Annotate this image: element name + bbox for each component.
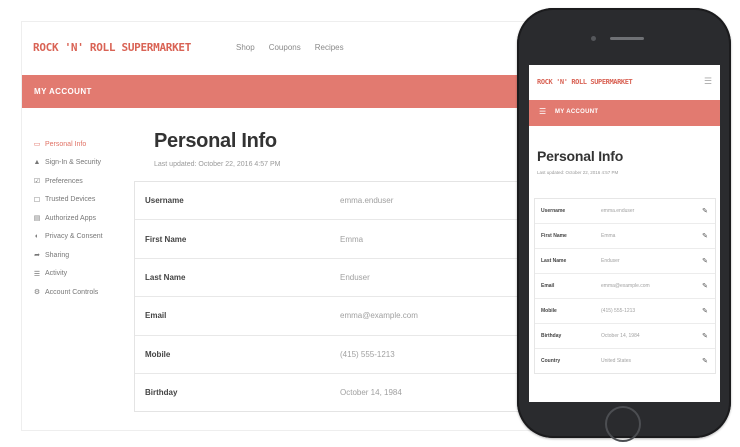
field-label: Birthday xyxy=(541,333,562,339)
table-row[interactable]: First Name Emma ✎ xyxy=(535,224,715,249)
field-value: United States xyxy=(601,358,632,364)
table-row[interactable]: Birthday October 14, 1984 ✎ xyxy=(535,324,715,349)
mobile-brand-logo[interactable]: ROCK 'N' ROLL SUPERMARKET xyxy=(537,78,633,86)
table-row-birthday[interactable]: Birthday October 14, 1984 xyxy=(135,374,575,411)
field-label: Last Name xyxy=(541,258,567,264)
field-label: First Name xyxy=(541,233,567,239)
sidebar-item-label: Sharing xyxy=(45,251,70,259)
mobile-account-banner: ☰ MY ACCOUNT xyxy=(529,100,720,126)
share-icon: ➦ xyxy=(34,252,40,260)
sidebar-item-label: Privacy & Consent xyxy=(45,233,103,241)
table-row-email[interactable]: Email emma@example.com xyxy=(135,297,575,336)
account-banner-title: MY ACCOUNT xyxy=(34,87,92,96)
field-label: Mobile xyxy=(145,349,171,359)
field-label: Email xyxy=(145,311,167,321)
id-card-icon: ▭ xyxy=(33,141,41,149)
field-value: (415) 555-1213 xyxy=(601,308,636,314)
account-banner: MY ACCOUNT xyxy=(22,75,582,108)
field-value: emma.enduser xyxy=(601,208,635,214)
mobile-account-banner-title: MY ACCOUNT xyxy=(555,109,599,115)
field-value: Emma xyxy=(601,233,616,239)
sidebar-item-label: Authorized Apps xyxy=(45,214,96,222)
mobile-top-bar: ROCK 'N' ROLL SUPERMARKET ☰ xyxy=(529,65,720,100)
edit-icon[interactable]: ✎ xyxy=(702,207,708,215)
sidebar-item-label: Trusted Devices xyxy=(45,196,96,204)
top-navigation: ROCK 'N' ROLL SUPERMARKET Shop Coupons R… xyxy=(22,22,582,72)
edit-icon[interactable]: ✎ xyxy=(702,307,708,315)
field-label: Birthday xyxy=(145,388,178,398)
edit-icon[interactable]: ✎ xyxy=(702,232,708,240)
field-value: emma.enduser xyxy=(340,196,394,206)
sidebar-item-label: Preferences xyxy=(45,177,83,185)
field-label: Username xyxy=(145,196,184,206)
table-row[interactable]: Country United States ✎ xyxy=(535,349,715,373)
table-row[interactable]: Username emma.enduser ✎ xyxy=(535,199,715,224)
device-icon: ☐ xyxy=(33,196,41,204)
account-sidebar: ▭ Personal Info ▲ Sign-In & Security ☑ P… xyxy=(33,135,143,302)
nav-link-coupons[interactable]: Coupons xyxy=(269,43,301,52)
sidebar-item-sign-in-security[interactable]: ▲ Sign-In & Security xyxy=(33,154,143,173)
sidebar-item-sharing[interactable]: ➦ Sharing xyxy=(33,246,143,265)
sidebar-item-authorized-apps[interactable]: ▤ Authorized Apps xyxy=(33,209,143,228)
sidebar-item-preferences[interactable]: ☑ Preferences xyxy=(33,172,143,191)
field-value: Emma xyxy=(340,234,364,244)
field-value: emma@example.com xyxy=(340,311,418,321)
field-label: Username xyxy=(541,208,566,214)
nav-link-recipes[interactable]: Recipes xyxy=(315,43,344,52)
sidebar-item-label: Sign-In & Security xyxy=(45,159,102,167)
sidebar-item-personal-info[interactable]: ▭ Personal Info xyxy=(33,135,143,154)
field-label: Last Name xyxy=(145,272,186,282)
personal-info-table: Username emma.enduser First Name Emma La… xyxy=(134,181,575,413)
field-value: October 14, 1984 xyxy=(340,388,402,398)
mobile-personal-info-table: Username emma.enduser ✎ First Name Emma … xyxy=(534,198,716,374)
field-value: Enduser xyxy=(601,258,620,264)
sidebar-item-label: Activity xyxy=(45,270,68,278)
field-label: First Name xyxy=(145,234,187,244)
mobile-page-title: Personal Info xyxy=(537,148,624,164)
field-value: October 14, 1984 xyxy=(601,333,640,339)
lock-icon: ▲ xyxy=(33,159,41,167)
apps-icon: ▤ xyxy=(33,215,41,223)
field-value: (415) 555-1213 xyxy=(340,349,395,359)
sidebar-item-label: Personal Info xyxy=(45,140,87,148)
field-value: Enduser xyxy=(340,272,370,282)
table-row-first-name[interactable]: First Name Emma xyxy=(135,220,575,259)
sliders-icon: ☑ xyxy=(33,178,41,186)
table-row[interactable]: Last Name Enduser ✎ xyxy=(535,249,715,274)
phone-screen: ROCK 'N' ROLL SUPERMARKET ☰ ☰ MY ACCOUNT… xyxy=(529,65,720,402)
sidebar-item-trusted-devices[interactable]: ☐ Trusted Devices xyxy=(33,191,143,210)
sidebar-item-label: Account Controls xyxy=(45,288,99,296)
field-label: Email xyxy=(541,283,555,289)
sidebar-item-privacy-consent[interactable]: ◐ Privacy & Consent xyxy=(33,228,143,247)
sidebar-item-account-controls[interactable]: ⚙ Account Controls xyxy=(33,283,143,302)
home-button[interactable] xyxy=(605,406,641,442)
menu-icon[interactable]: ☰ xyxy=(704,76,712,87)
privacy-icon: ◐ xyxy=(34,233,40,241)
edit-icon[interactable]: ✎ xyxy=(702,357,708,365)
brand-logo[interactable]: ROCK 'N' ROLL SUPERMARKET xyxy=(33,41,191,54)
activity-icon: ☰ xyxy=(33,270,41,278)
phone-mockup: ROCK 'N' ROLL SUPERMARKET ☰ ☰ MY ACCOUNT… xyxy=(517,8,731,442)
nav-link-shop[interactable]: Shop xyxy=(236,43,255,52)
edit-icon[interactable]: ✎ xyxy=(702,332,708,340)
table-row[interactable]: Mobile (415) 555-1213 ✎ xyxy=(535,299,715,324)
field-label: Country xyxy=(541,358,561,364)
table-row[interactable]: Email emma@example.com ✎ xyxy=(535,274,715,299)
mobile-last-updated-text: Last updated: October 22, 2016 4:57 PM xyxy=(537,170,619,175)
table-row-last-name[interactable]: Last Name Enduser xyxy=(135,259,575,298)
table-row-mobile[interactable]: Mobile (415) 555-1213 xyxy=(135,336,575,374)
edit-icon[interactable]: ✎ xyxy=(702,282,708,290)
sidebar-item-activity[interactable]: ☰ Activity xyxy=(33,265,143,284)
table-row-username[interactable]: Username emma.enduser xyxy=(135,182,575,221)
field-label: Mobile xyxy=(541,308,557,314)
gear-icon: ⚙ xyxy=(33,289,41,297)
nav-links: Shop Coupons Recipes xyxy=(236,43,344,52)
speaker-icon xyxy=(610,37,644,40)
field-value: emma@example.com xyxy=(601,283,650,289)
camera-icon xyxy=(591,36,596,41)
edit-icon[interactable]: ✎ xyxy=(702,257,708,265)
account-menu-icon[interactable]: ☰ xyxy=(539,107,546,116)
